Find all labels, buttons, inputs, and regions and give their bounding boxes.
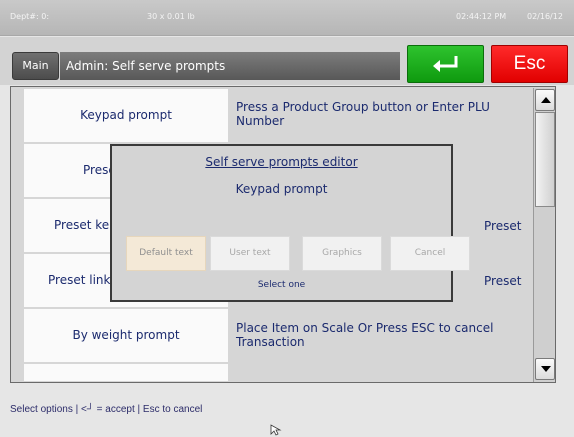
default-text-button[interactable]: Default text: [126, 236, 206, 271]
list-item[interactable]: [24, 364, 534, 381]
header: Main Admin: Self serve prompts Esc: [0, 37, 574, 85]
list-item[interactable]: By weight prompt Place Item on Scale Or …: [24, 309, 534, 362]
accept-button[interactable]: [407, 45, 484, 83]
prompts-editor-dialog: Self serve prompts editor Keypad prompt …: [110, 144, 470, 302]
arrow-up-icon: [541, 97, 551, 103]
prompt-name[interactable]: [24, 364, 228, 381]
scale-capacity: 30 x 0.01 lb: [147, 12, 195, 21]
prompt-description: Place Item on Scale Or Press ESC to canc…: [236, 321, 494, 349]
dialog-subtitle: Keypad prompt: [235, 182, 328, 196]
department-label: Dept#: 0:: [10, 12, 50, 21]
prompt-name[interactable]: Keypad prompt: [24, 89, 228, 142]
arrow-down-icon: [541, 366, 551, 372]
prompt-description: Press a Product Group button or Enter PL…: [236, 100, 490, 128]
time-label: 02:44:12 PM: [456, 12, 507, 21]
status-bar: Dept#: 0: 30 x 0.01 lb 02:44:12 PM 02/16…: [0, 0, 574, 36]
prompt-name[interactable]: By weight prompt: [24, 309, 228, 362]
status-hint: Select options | <┘ = accept | Esc to ca…: [10, 404, 203, 415]
dialog-instruction: Select one: [257, 280, 306, 290]
list-item[interactable]: Keypad prompt Press a Product Group butt…: [24, 89, 534, 142]
cancel-button[interactable]: Cancel: [390, 236, 470, 271]
enter-arrow-icon: [433, 56, 458, 72]
date-label: 02/16/12: [527, 12, 563, 21]
scrollbar[interactable]: [533, 88, 555, 382]
graphics-button[interactable]: Graphics: [302, 236, 382, 271]
esc-button[interactable]: Esc: [491, 45, 568, 83]
scroll-up-button[interactable]: [535, 89, 555, 111]
dialog-title[interactable]: Self serve prompts editor: [112, 155, 451, 169]
user-text-button[interactable]: User text: [210, 236, 290, 271]
scroll-thumb[interactable]: [535, 112, 555, 207]
main-button[interactable]: Main: [12, 52, 59, 80]
scroll-down-button[interactable]: [535, 358, 555, 380]
page-title: Admin: Self serve prompts: [60, 52, 400, 80]
mouse-cursor-icon: [270, 424, 282, 436]
